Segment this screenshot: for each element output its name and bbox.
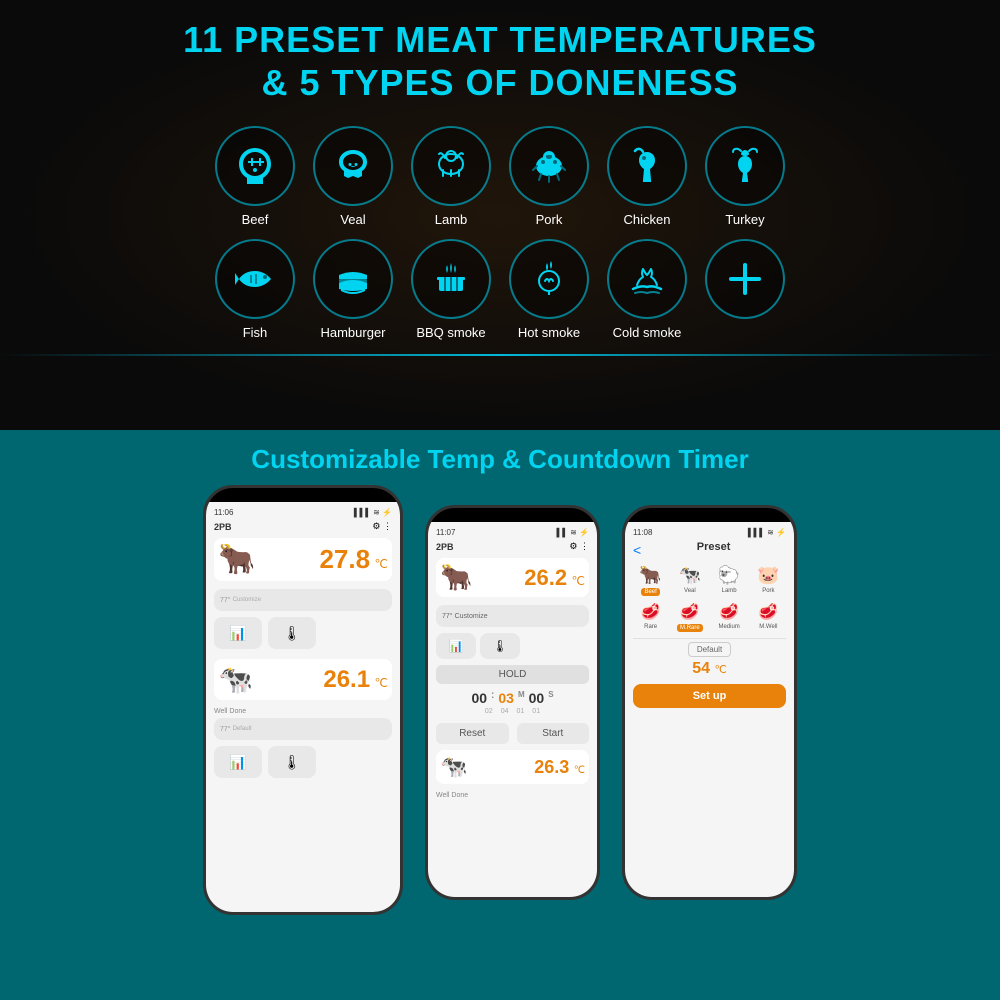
- preset-meat-grid: 🐂 Beef 🐄 Veal 🐑 Lamb 🐷 Pork: [633, 565, 786, 596]
- icon-chicken: Chicken: [607, 126, 687, 227]
- probe-row-ph2: 🐂 26.2 ℃: [436, 558, 589, 597]
- probe-slider-1: 77° Customize: [214, 589, 392, 611]
- phone-notch-2: [483, 508, 543, 522]
- icon-fish: Fish: [215, 239, 295, 340]
- phone-screen-3: 11:08 ▌▌▌ ≋ ⚡ < Preset 🐂 Beef 🐄 Veal: [625, 522, 794, 897]
- status-bar-2: 11:07 ▌▌ ≋ ⚡: [436, 528, 589, 537]
- meat-icons-row1: Beef Veal Lamb Pork: [215, 126, 785, 227]
- doneness-medium[interactable]: 🥩 Medium: [712, 602, 747, 632]
- timer-sub: 02 04 01 01: [436, 708, 589, 715]
- slider-1[interactable]: 77° Customize: [214, 589, 392, 611]
- doneness-rare[interactable]: 🥩 Rare: [633, 602, 668, 632]
- icon-lamb: Lamb: [411, 126, 491, 227]
- temp-btn-1[interactable]: 🌡: [268, 617, 316, 649]
- icon-veal: Veal: [313, 126, 393, 227]
- chart-btn-ph2[interactable]: 📊: [436, 633, 476, 659]
- phone-screen-1: 11:06 ▌▌▌ ≋ ⚡ 2PB ⚙ ⋮ 🐂 27.8 ℃: [206, 502, 400, 912]
- phone-header-2: 2PB ⚙ ⋮: [436, 541, 589, 552]
- probe-icon-ph2: 🐂: [440, 562, 472, 593]
- bottom-title: Customizable Temp & Countdown Timer: [251, 444, 748, 475]
- preset-pork[interactable]: 🐷 Pork: [751, 565, 786, 596]
- probe-icon-ph2-2: 🐄: [440, 754, 467, 780]
- divider-ph3: [633, 638, 786, 639]
- divider: [0, 354, 1000, 356]
- setup-btn[interactable]: Set up: [633, 684, 786, 708]
- icon-hotsmoke: Hot smoke: [509, 239, 589, 340]
- meat-icons-row2: Fish Hamburger BBQ smoke H: [215, 239, 785, 340]
- probe-slider-2: 77° Default: [214, 718, 392, 740]
- icon-plus[interactable]: [705, 239, 785, 340]
- main-title: 11 PRESET MEAT TEMPERATURES & 5 TYPES OF…: [183, 18, 817, 104]
- status-bar-3: 11:08 ▌▌▌ ≋ ⚡: [633, 528, 786, 537]
- temp-btn-ph2[interactable]: 🌡: [480, 633, 520, 659]
- icon-hamburger: Hamburger: [313, 239, 393, 340]
- preset-header: < Preset: [633, 541, 786, 559]
- back-btn[interactable]: <: [633, 542, 641, 558]
- phone-header-1: 2PB ⚙ ⋮: [214, 521, 392, 532]
- preset-veal[interactable]: 🐄 Veal: [672, 565, 707, 596]
- probe2-label-ph2: Well Done: [436, 792, 589, 799]
- btn-row-ph2: 📊 🌡: [436, 633, 589, 659]
- probe-icon-1: 🐂: [218, 542, 255, 577]
- icon-pork: Pork: [509, 126, 589, 227]
- timer-display: 00: 03M 00S: [436, 690, 589, 706]
- top-section: 11 PRESET MEAT TEMPERATURES & 5 TYPES OF…: [0, 0, 1000, 430]
- phone-notch-1: [273, 488, 333, 502]
- phones-row: 11:06 ▌▌▌ ≋ ⚡ 2PB ⚙ ⋮ 🐂 27.8 ℃: [203, 485, 797, 915]
- probe-row-ph2-2: 🐄 26.3 ℃: [436, 750, 589, 784]
- default-label: Default: [633, 645, 786, 654]
- icon-turkey: Turkey: [705, 126, 785, 227]
- reset-btn[interactable]: Reset: [436, 723, 509, 744]
- temp-btn-2[interactable]: 🌡: [268, 746, 316, 778]
- bottom-section: Customizable Temp & Countdown Timer 11:0…: [0, 430, 1000, 1000]
- icon-coldsmoke: Cold smoke: [607, 239, 687, 340]
- preset-temp-display: 54 ℃: [633, 660, 786, 678]
- doneness-medium-well[interactable]: 🥩 M.Well: [751, 602, 786, 632]
- icon-beef: Beef: [215, 126, 295, 227]
- action-btns-ph2: Reset Start: [436, 723, 589, 744]
- status-bar-1: 11:06 ▌▌▌ ≋ ⚡: [214, 508, 392, 517]
- probe-icon-2: 🐄: [218, 663, 253, 696]
- chart-btn-2[interactable]: 📊: [214, 746, 262, 778]
- slider-ph2[interactable]: 77° Customize: [436, 605, 589, 627]
- icon-bbq: BBQ smoke: [411, 239, 491, 340]
- probe-row-1: 🐂 27.8 ℃: [214, 538, 392, 581]
- doneness-medium-rare[interactable]: 🥩 M.Rare: [672, 602, 707, 632]
- hold-btn[interactable]: HOLD: [436, 665, 589, 684]
- probe-slider-ph2: 77° Customize: [436, 605, 589, 627]
- btn-row-2: 📊 🌡: [214, 746, 392, 778]
- phone-3: 11:08 ▌▌▌ ≋ ⚡ < Preset 🐂 Beef 🐄 Veal: [622, 505, 797, 900]
- slider-2[interactable]: 77° Default: [214, 718, 392, 740]
- preset-beef[interactable]: 🐂 Beef: [633, 565, 668, 596]
- btn-row-1: 📊 🌡: [214, 617, 392, 649]
- phone-notch-3: [680, 508, 740, 522]
- probe-row-2: 🐄 26.1 ℃: [214, 659, 392, 700]
- probe2-label: Well Done: [214, 708, 392, 715]
- doneness-grid: 🥩 Rare 🥩 M.Rare 🥩 Medium 🥩 M.Well: [633, 602, 786, 632]
- preset-lamb[interactable]: 🐑 Lamb: [712, 565, 747, 596]
- phone-screen-2: 11:07 ▌▌ ≋ ⚡ 2PB ⚙ ⋮ 🐂 26.2 ℃ 77°: [428, 522, 597, 897]
- phone-2: 11:07 ▌▌ ≋ ⚡ 2PB ⚙ ⋮ 🐂 26.2 ℃ 77°: [425, 505, 600, 900]
- phone-1: 11:06 ▌▌▌ ≋ ⚡ 2PB ⚙ ⋮ 🐂 27.8 ℃: [203, 485, 403, 915]
- chart-btn-1[interactable]: 📊: [214, 617, 262, 649]
- start-btn[interactable]: Start: [517, 723, 590, 744]
